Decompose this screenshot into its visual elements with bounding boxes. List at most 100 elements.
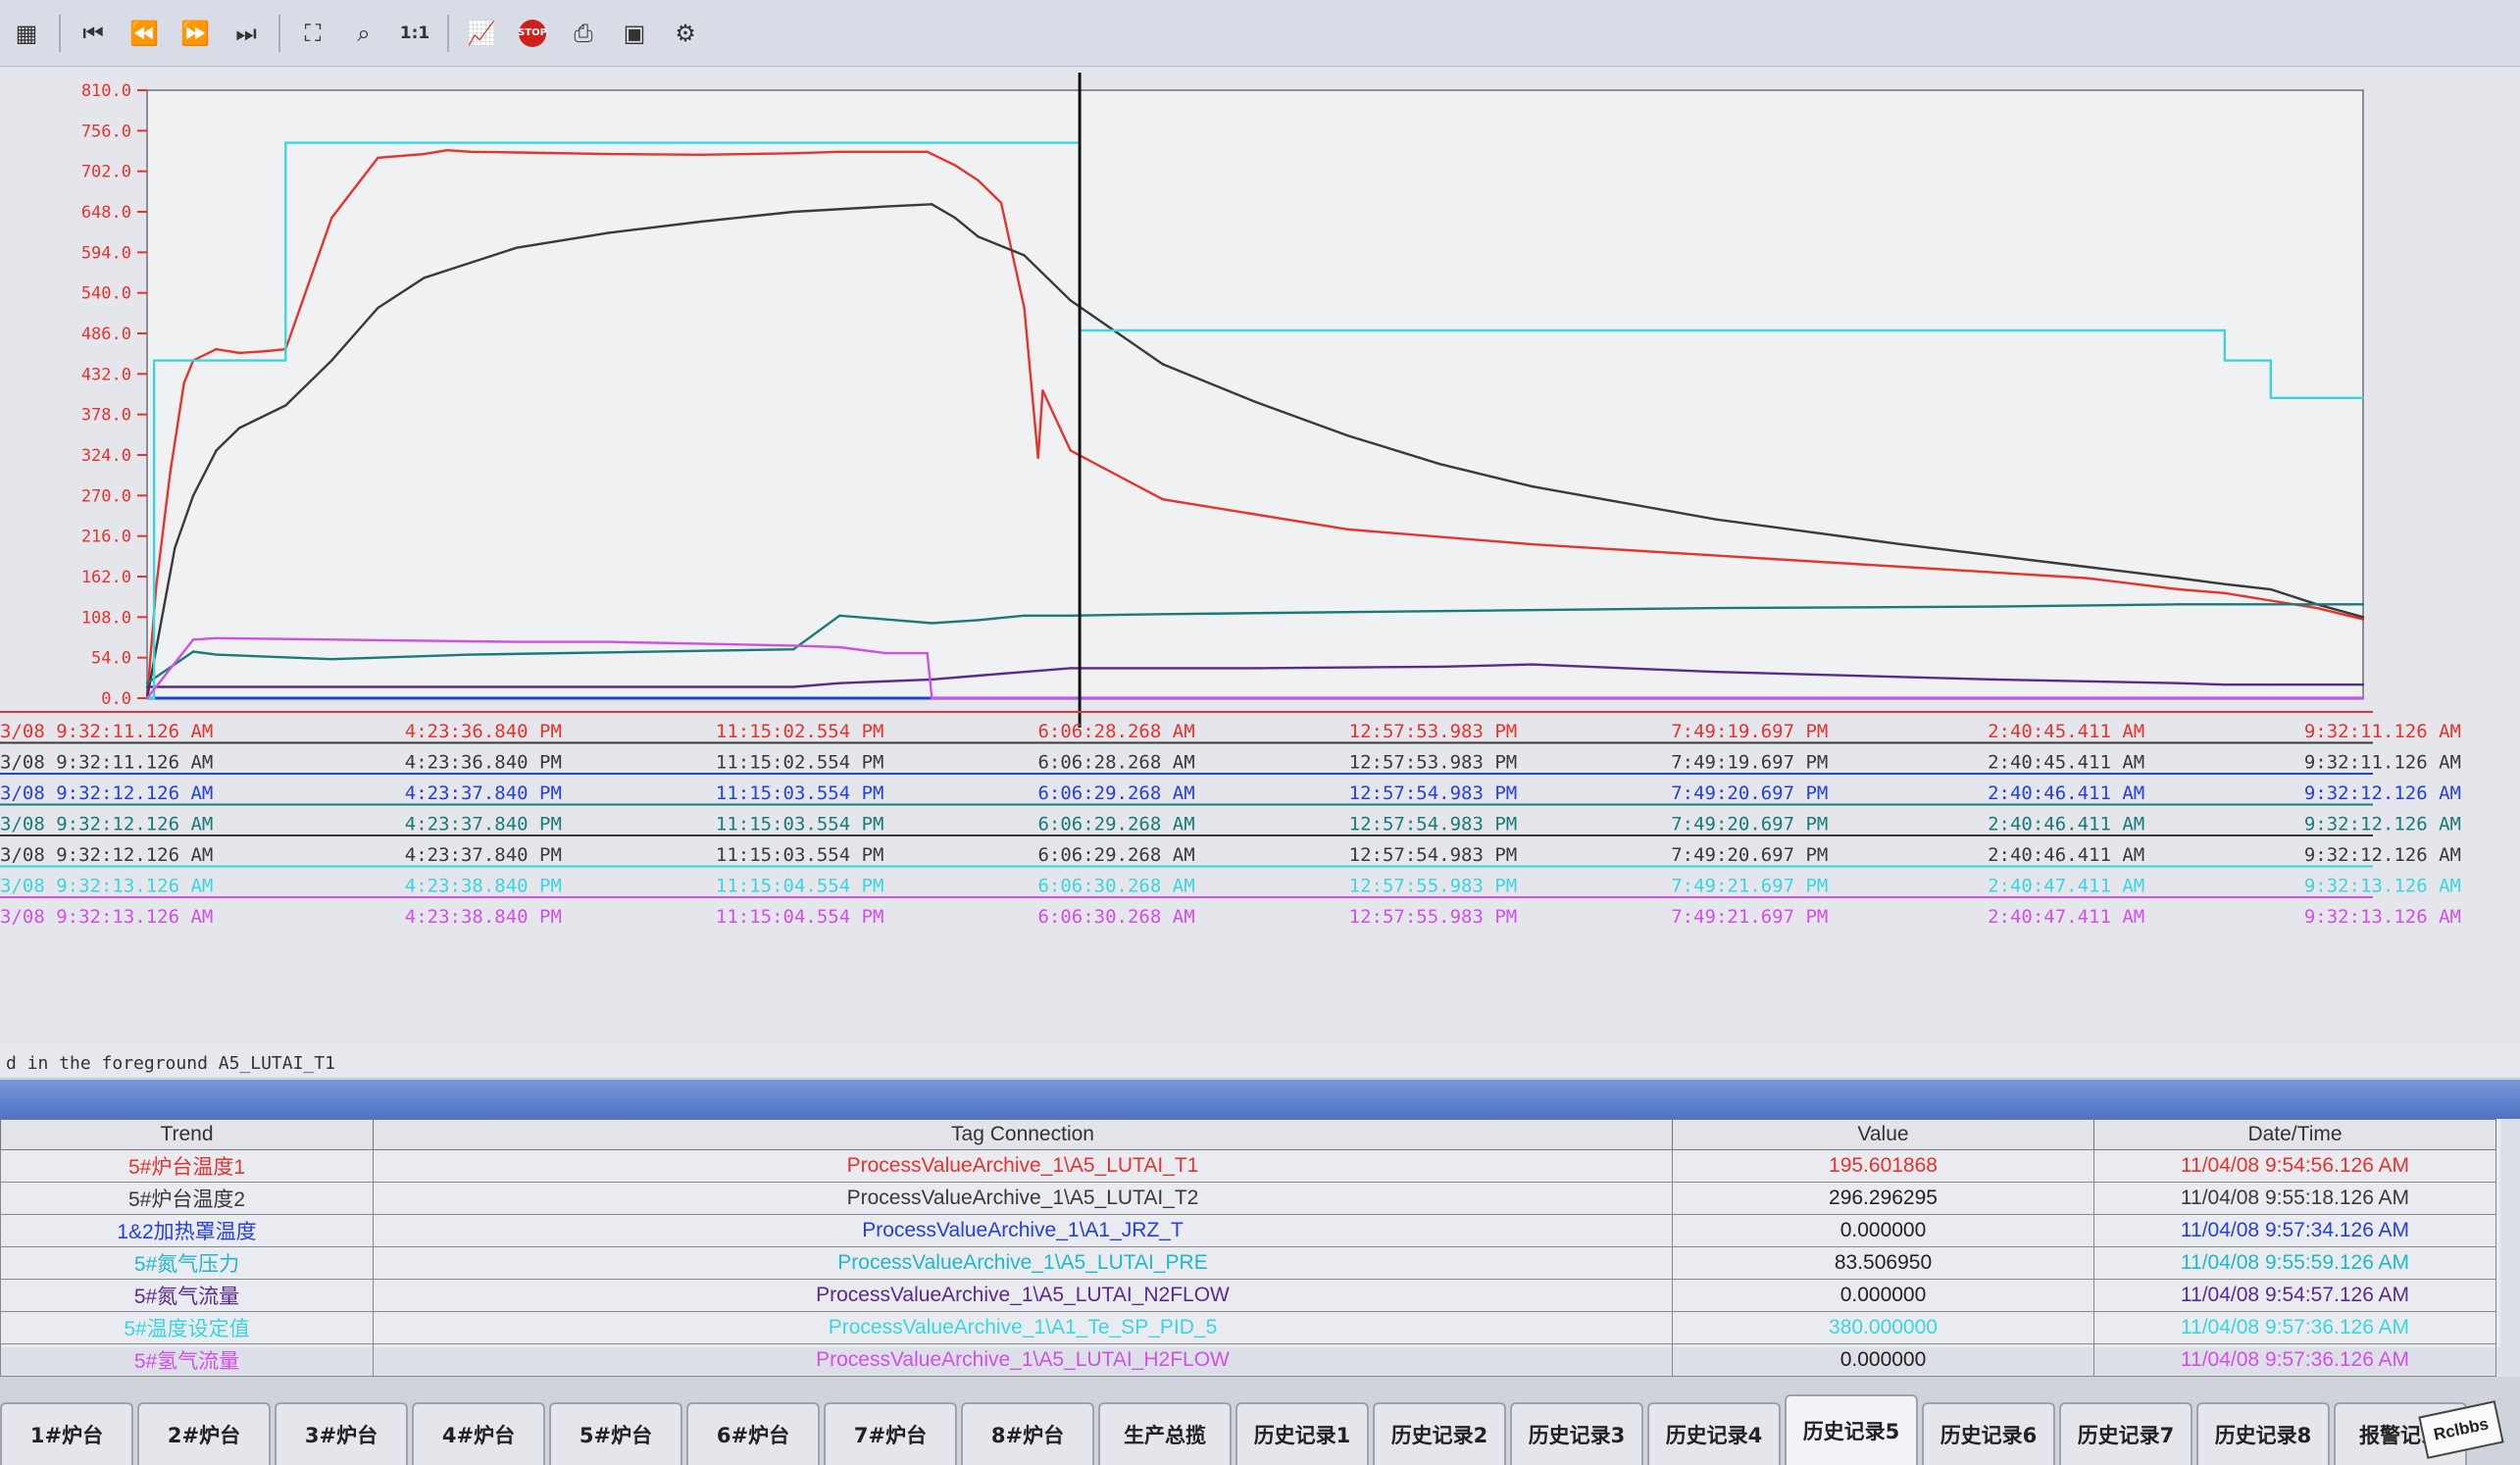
first-icon[interactable]: ⏮ (75, 15, 112, 52)
export-icon[interactable]: ▣ (616, 15, 653, 52)
legend-row[interactable]: 5#氮气压力 ProcessValueArchive_1\A5_LUTAI_PRE… (0, 1246, 2496, 1280)
trend-point-cyan (284, 359, 287, 362)
tab-14[interactable]: 历史记录6 (1922, 1402, 2055, 1465)
tag-connection-cell: ProcessValueArchive_1\A1_Te_SP_PID_5 (373, 1311, 1673, 1344)
trend-point-red (953, 164, 957, 167)
legend-row[interactable]: 1&2加热罩温度 ProcessValueArchive_1\A1_JRZ_T 0.… (0, 1214, 2496, 1247)
tag-connection-cell: ProcessValueArchive_1\A5_LUTAI_N2FLOW (373, 1279, 1673, 1312)
trend-point-purple (1992, 678, 1995, 682)
y-tick-label: 594.0 (81, 243, 131, 263)
x-tick-label: 3/08 9:32:12.126 AM (0, 844, 213, 866)
trend-point-black (330, 359, 333, 362)
value-cell: 296.296295 (1672, 1182, 2094, 1215)
tab-12[interactable]: 历史记录4 (1647, 1402, 1781, 1465)
trend-point-black (284, 404, 287, 407)
tab-10[interactable]: 历史记录2 (1373, 1402, 1506, 1465)
trend-point-teal (1715, 606, 1719, 610)
grid-icon[interactable]: ▦ (8, 15, 45, 52)
zoom-icon[interactable]: ⌕ (345, 15, 382, 52)
legend-row[interactable]: 5#温度设定值 ProcessValueArchive_1\A1_Te_SP_PI… (0, 1311, 2496, 1344)
legend-row[interactable]: 5#氮气流量 ProcessValueArchive_1\A5_LUTAI_N2F… (0, 1279, 2496, 1312)
legend-row[interactable]: 5#炉台温度1 ProcessValueArchive_1\A5_LUTAI_T1… (0, 1149, 2496, 1183)
x-tick-label: 9:32:12.126 AM (2304, 814, 2461, 835)
trend-point-black (931, 203, 933, 206)
x-tick-label: 6:06:30.268 AM (1037, 906, 1194, 928)
trend-point-black (791, 210, 795, 214)
y-tick-label: 432.0 (81, 365, 131, 384)
trend-point-red (2361, 618, 2365, 621)
x-tick-label: 9:32:13.126 AM (2304, 906, 2461, 928)
trend-point-red (1069, 449, 1072, 452)
trend-point-teal (1069, 614, 1072, 618)
legend-row[interactable]: 5#炉台温度2 ProcessValueArchive_1\A5_LUTAI_T2… (0, 1182, 2496, 1215)
tab-4[interactable]: 5#炉台 (549, 1402, 682, 1465)
print-icon[interactable]: ⎙ (565, 15, 602, 52)
x-tick-label: 3/08 9:32:11.126 AM (0, 752, 213, 774)
trend-point-magenta (215, 636, 218, 639)
tab-8[interactable]: 生产总揽 (1098, 1402, 1232, 1465)
trend-point-black (515, 246, 518, 249)
forward-icon[interactable]: ⏩ (176, 15, 214, 52)
trend-point-magenta (145, 696, 149, 700)
y-tick-label: 108.0 (81, 608, 131, 628)
x-tick-label: 11:15:04.554 PM (716, 906, 884, 928)
trend-point-black (884, 205, 887, 208)
trend-icon[interactable]: 📈 (463, 15, 500, 52)
select-icon[interactable]: ⛶ (294, 15, 331, 52)
tab-6[interactable]: 7#炉台 (824, 1402, 957, 1465)
trend-point-black (1438, 462, 1441, 466)
tab-7[interactable]: 8#炉台 (961, 1402, 1094, 1465)
x-tick-label: 12:57:54.983 PM (1349, 844, 1518, 866)
x-tick-label: 4:23:38.840 PM (405, 906, 562, 928)
trend-point-red (1899, 565, 1903, 569)
trend-point-red (182, 381, 185, 384)
trend-point-black (699, 220, 703, 224)
trend-point-black (237, 427, 241, 429)
tab-13[interactable]: 历史记录5 (1785, 1394, 1918, 1465)
rewind-icon[interactable]: ⏪ (126, 15, 163, 52)
col-datetime[interactable]: Date/Time (2093, 1119, 2496, 1150)
trend-point-cyan (2361, 396, 2365, 400)
config-icon[interactable]: ⚙ (667, 15, 704, 52)
tab-1[interactable]: 2#炉台 (137, 1402, 271, 1465)
trend-point-black (977, 235, 980, 238)
stop-icon[interactable]: STOP (514, 15, 551, 52)
tab-2[interactable]: 3#炉台 (275, 1402, 408, 1465)
tab-16[interactable]: 历史记录8 (2196, 1402, 2330, 1465)
x-tick-label: 7:49:19.697 PM (1671, 721, 1828, 742)
x-tick-label: 7:49:19.697 PM (1671, 752, 1828, 774)
tab-9[interactable]: 历史记录1 (1235, 1402, 1369, 1465)
col-trend[interactable]: Trend (0, 1119, 374, 1150)
trend-point-cyan (152, 696, 156, 700)
x-tick-label: 6:06:30.268 AM (1037, 876, 1194, 897)
trend-point-black (1899, 542, 1903, 546)
trend-point-purple (1023, 671, 1026, 674)
x-tick-label: 7:49:21.697 PM (1671, 876, 1828, 897)
trend-point-black (2269, 587, 2273, 591)
tab-3[interactable]: 4#炉台 (412, 1402, 545, 1465)
tab-0[interactable]: 1#炉台 (0, 1402, 133, 1465)
trend-point-teal (2361, 603, 2365, 606)
trend-point-black (159, 622, 163, 625)
x-tick-label: 2:40:47.411 AM (1988, 906, 2144, 928)
tab-5[interactable]: 6#炉台 (686, 1402, 820, 1465)
trend-point-red (155, 583, 158, 587)
legend-row[interactable]: 5#氢气流量 ProcessValueArchive_1\A5_LUTAI_H2F… (0, 1343, 2496, 1377)
last-icon[interactable]: ⏭ (227, 15, 265, 52)
trend-point-red (791, 152, 795, 155)
x-tick-label: 11:15:03.554 PM (716, 844, 884, 866)
tag-connection-cell: ProcessValueArchive_1\A5_LUTAI_H2FLOW (373, 1343, 1673, 1377)
one-to-one-icon[interactable]: 1:1 (396, 15, 433, 52)
trend-point-red (169, 472, 172, 475)
y-tick-label: 54.0 (91, 649, 131, 669)
panel-splitter[interactable] (0, 1080, 2520, 1119)
tab-15[interactable]: 历史记录7 (2059, 1402, 2192, 1465)
trend-point-black (1253, 400, 1257, 403)
tab-11[interactable]: 历史记录3 (1510, 1402, 1643, 1465)
trend-chart[interactable]: 810.0 756.0 702.0 648.0 594.0 540.0 486.0 432.0… (0, 69, 2520, 1049)
toolbar-separator (59, 14, 61, 52)
col-tag-connection[interactable]: Tag Connection (373, 1119, 1673, 1150)
col-value[interactable]: Value (1672, 1119, 2094, 1150)
toolbar-separator (447, 14, 449, 52)
trend-point-teal (2177, 603, 2180, 606)
